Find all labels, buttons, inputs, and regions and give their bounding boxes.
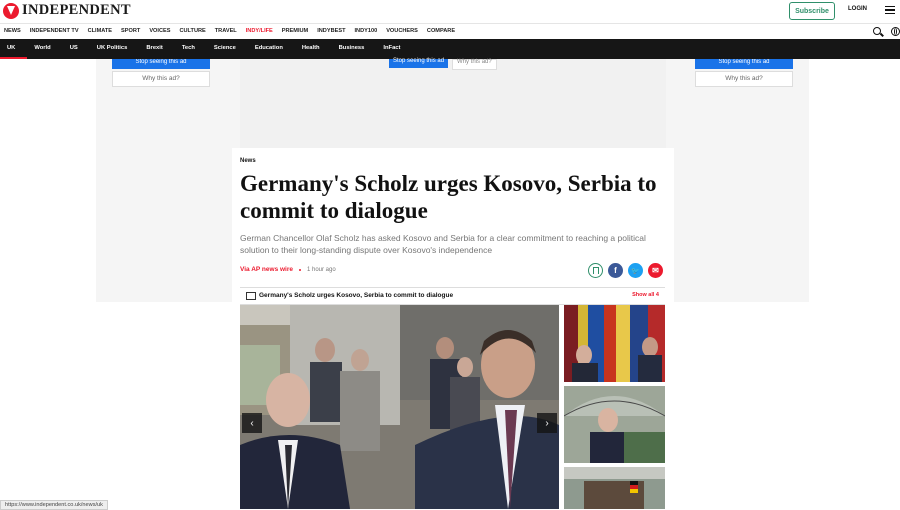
nav-item-sport[interactable]: SPORT xyxy=(121,28,140,34)
top-bar: INDEPENDENT Subscribe LOGIN xyxy=(0,0,900,22)
stop-seeing-ad-button[interactable]: Stop seeing this ad xyxy=(389,58,449,68)
logo-text: INDEPENDENT xyxy=(22,2,131,18)
subnav-item-world[interactable]: World xyxy=(34,39,50,59)
subnav-item-business[interactable]: Business xyxy=(339,39,365,59)
why-this-ad-button[interactable]: Why this ad? xyxy=(695,71,793,87)
nav-item-indybest[interactable]: INDYBEST xyxy=(317,28,345,34)
right-ad-controls: Stop seeing this ad Why this ad? xyxy=(695,59,793,87)
globe-icon[interactable] xyxy=(891,27,900,36)
main-nav: NEWS INDEPENDENT TV CLIMATE SPORT VOICES… xyxy=(0,23,900,40)
main-nav-items: NEWS INDEPENDENT TV CLIMATE SPORT VOICES… xyxy=(4,28,455,34)
show-all-link[interactable]: Show all 4 xyxy=(632,292,659,298)
article-headline: Germany's Scholz urges Kosovo, Serbia to… xyxy=(240,171,657,223)
byline-separator-dot xyxy=(299,268,301,271)
nav-item-premium[interactable]: PREMIUM xyxy=(282,28,308,34)
why-this-ad-button[interactable]: Why this ad? xyxy=(452,59,497,70)
nav-item-travel[interactable]: TRAVEL xyxy=(215,28,237,34)
gallery-main-photo[interactable] xyxy=(240,305,559,509)
email-icon[interactable]: ✉ xyxy=(648,263,663,278)
subnav-items: UK World US UK Politics Brexit Tech Scie… xyxy=(0,39,419,59)
thumbnail-image xyxy=(564,386,665,463)
bookmark-icon[interactable] xyxy=(588,263,603,278)
nav-item-news[interactable]: NEWS xyxy=(4,28,21,34)
gallery-thumbnail[interactable] xyxy=(564,386,665,463)
gallery-thumbnail[interactable] xyxy=(564,305,665,382)
active-section-indicator xyxy=(0,57,27,59)
search-icon[interactable] xyxy=(873,27,881,35)
article-timestamp: 1 hour ago xyxy=(307,266,336,273)
thumbnail-image xyxy=(564,467,665,509)
nav-item-independent-tv[interactable]: INDEPENDENT TV xyxy=(30,28,79,34)
nav-item-vouchers[interactable]: VOUCHERS xyxy=(386,28,418,34)
article-byline: Via AP news wire 1 hour ago xyxy=(240,266,336,273)
share-buttons: f 🐦 ✉ xyxy=(588,263,663,278)
nav-item-voices[interactable]: VOICES xyxy=(149,28,170,34)
subnav-item-education[interactable]: Education xyxy=(255,39,283,59)
left-ad-controls: Stop seeing this ad Why this ad? xyxy=(112,59,210,87)
gallery-thumbnail[interactable] xyxy=(564,467,665,509)
subnav-item-tech[interactable]: Tech xyxy=(182,39,195,59)
nav-item-compare[interactable]: COMPARE xyxy=(427,28,455,34)
subnav-item-health[interactable]: Health xyxy=(302,39,320,59)
login-link[interactable]: LOGIN xyxy=(848,6,867,12)
twitter-icon[interactable]: 🐦 xyxy=(628,263,643,278)
hamburger-menu-icon[interactable] xyxy=(885,6,895,14)
nav-item-indy-life[interactable]: INDY/LIFE xyxy=(246,28,273,34)
subnav-item-uk[interactable]: UK xyxy=(7,39,15,59)
center-ad-controls: Stop seeing this ad Why this ad? xyxy=(389,58,497,70)
nav-item-indy100[interactable]: INDY100 xyxy=(355,28,378,34)
nav-item-climate[interactable]: CLIMATE xyxy=(88,28,112,34)
gallery-title: Germany's Scholz urges Kosovo, Serbia to… xyxy=(259,292,454,299)
article-section-label[interactable]: News xyxy=(240,158,256,164)
subnav-item-infact[interactable]: InFact xyxy=(383,39,400,59)
article-standfirst: German Chancellor Olaf Scholz has asked … xyxy=(240,233,646,255)
stop-seeing-ad-button[interactable]: Stop seeing this ad xyxy=(695,59,793,69)
subnav-item-science[interactable]: Science xyxy=(214,39,236,59)
center-ad-slot xyxy=(240,59,666,148)
gallery-header: Germany's Scholz urges Kosovo, Serbia to… xyxy=(240,287,665,305)
facebook-icon[interactable]: f xyxy=(608,263,623,278)
gallery-icon xyxy=(246,292,256,300)
subnav-item-brexit[interactable]: Brexit xyxy=(146,39,162,59)
article-source[interactable]: Via AP news wire xyxy=(240,266,293,273)
subnav-item-uk-politics[interactable]: UK Politics xyxy=(97,39,128,59)
thumbnail-image xyxy=(564,305,665,382)
stop-seeing-ad-button[interactable]: Stop seeing this ad xyxy=(112,59,210,69)
eagle-logo-icon xyxy=(3,2,19,19)
main-photo-image xyxy=(240,305,559,509)
gallery-next-arrow[interactable]: › xyxy=(537,413,557,433)
nav-item-culture[interactable]: CULTURE xyxy=(179,28,205,34)
subscribe-button[interactable]: Subscribe xyxy=(789,2,835,20)
section-subnav: UK World US UK Politics Brexit Tech Scie… xyxy=(0,39,900,59)
subnav-item-us[interactable]: US xyxy=(70,39,78,59)
site-logo[interactable]: INDEPENDENT xyxy=(3,2,131,19)
why-this-ad-button[interactable]: Why this ad? xyxy=(112,71,210,87)
gallery-prev-arrow[interactable]: ‹ xyxy=(242,413,262,433)
